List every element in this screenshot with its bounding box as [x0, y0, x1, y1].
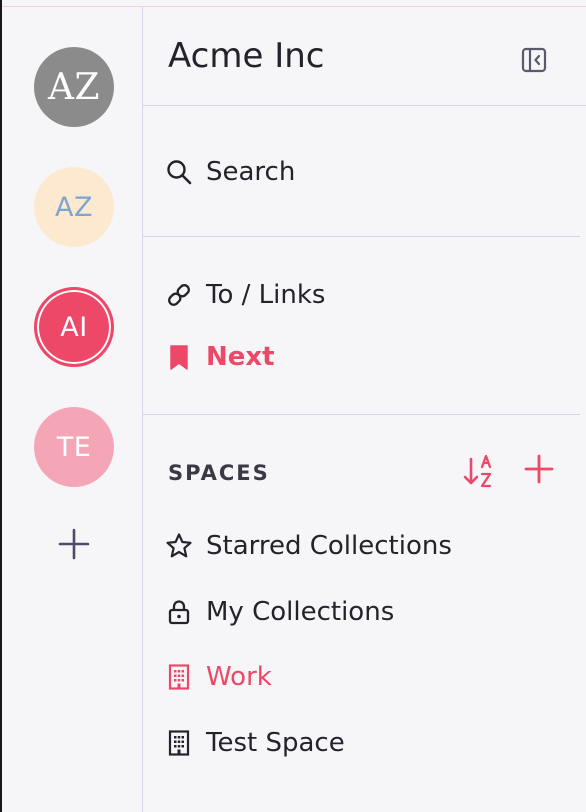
avatar-initials: AI — [60, 311, 88, 343]
workspace-avatar-az-peach[interactable]: AZ — [34, 167, 114, 247]
divider — [143, 105, 586, 106]
workspace-avatar-ai-active[interactable]: AI — [34, 287, 114, 367]
star-icon — [165, 532, 193, 560]
add-workspace-button[interactable] — [57, 527, 91, 561]
workspace-avatar-te[interactable]: TE — [34, 407, 114, 487]
space-item-label: Work — [206, 662, 272, 692]
sidebar-panel: Acme Inc Search To / Links Next SPACES S… — [143, 7, 586, 812]
space-item-label: Test Space — [206, 728, 345, 758]
building-icon — [165, 663, 193, 691]
nav-item-links[interactable]: To / Links — [165, 275, 325, 315]
workspace-rail: AZ AZ AI TE — [2, 7, 142, 812]
building-icon — [165, 729, 193, 757]
search-icon — [165, 158, 193, 186]
bookmark-icon — [165, 343, 193, 371]
space-item-label: My Collections — [206, 597, 395, 627]
link-icon — [165, 281, 193, 309]
plus-icon — [58, 528, 90, 560]
workspace-avatar-az-grey[interactable]: AZ — [34, 47, 114, 127]
spaces-heading: SPACES — [168, 461, 270, 485]
space-item-work[interactable]: Work — [165, 657, 272, 697]
search-label: Search — [206, 157, 296, 187]
space-item-my-collections[interactable]: My Collections — [165, 592, 394, 632]
avatar-initials: TE — [56, 431, 92, 463]
add-space-button[interactable] — [524, 454, 554, 484]
lock-icon — [165, 598, 193, 626]
nav-item-label: Next — [206, 342, 275, 372]
sort-spaces-button[interactable] — [463, 453, 497, 489]
space-item-label: Starred Collections — [206, 531, 452, 561]
space-item-starred-collections[interactable]: Starred Collections — [165, 526, 452, 566]
collapse-sidebar-button[interactable] — [521, 47, 547, 73]
divider — [143, 414, 580, 415]
space-item-test-space[interactable]: Test Space — [165, 723, 345, 763]
plus-icon — [524, 454, 554, 484]
sort-az-icon — [463, 454, 492, 488]
nav-item-next[interactable]: Next — [165, 337, 275, 377]
avatar-initials: AZ — [55, 191, 93, 223]
workspace-title: Acme Inc — [168, 36, 325, 76]
sidebar-collapse-icon — [521, 47, 547, 73]
avatar-initials: AZ — [47, 66, 100, 108]
nav-item-label: To / Links — [206, 280, 326, 310]
search-nav-item[interactable]: Search — [165, 152, 295, 192]
divider — [143, 236, 580, 237]
